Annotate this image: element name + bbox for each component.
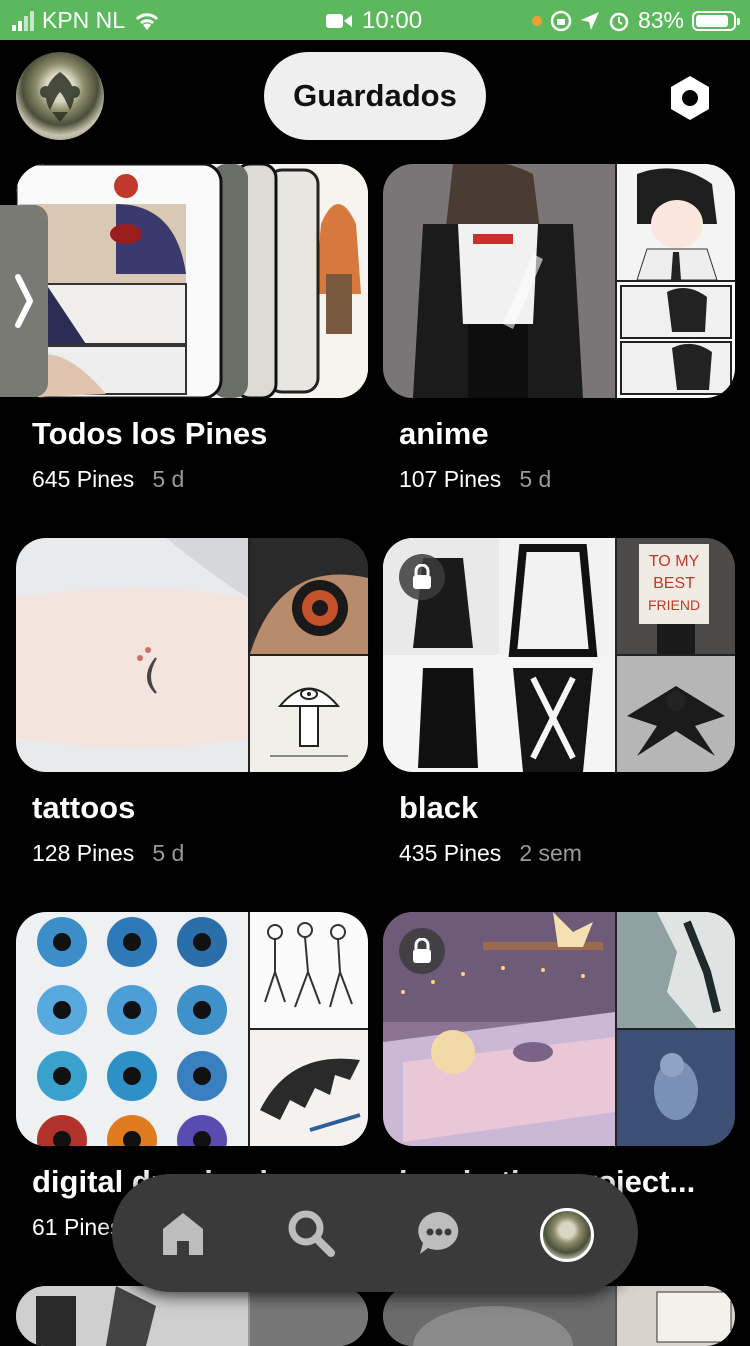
home-icon	[163, 1213, 203, 1255]
pin-image	[16, 912, 248, 1146]
board-meta: 645 Pines 5 d	[32, 466, 368, 493]
alarm-icon	[609, 12, 629, 31]
pin-image	[250, 912, 368, 1028]
clock: 10:00	[362, 7, 423, 34]
pin-image	[250, 538, 368, 654]
search-icon	[288, 1210, 335, 1257]
settings-icon[interactable]	[664, 72, 716, 124]
profile-avatar[interactable]	[16, 52, 104, 140]
board-age: 2 sem	[519, 840, 582, 866]
board-meta: 435 Pines 2 sem	[399, 840, 735, 867]
pin-image	[250, 1030, 368, 1146]
board-cover[interactable]: TO MY BEST FRIEND	[383, 538, 735, 772]
board-cover[interactable]	[16, 1286, 368, 1346]
pin-count: 107 Pines	[399, 466, 502, 492]
status-bar: KPN NL 10:00 83%	[0, 0, 750, 40]
pin-count: 61 Pines	[32, 1214, 122, 1240]
nav-search-button[interactable]	[282, 1204, 340, 1262]
svg-text:TO MY: TO MY	[649, 553, 700, 570]
pin-image	[383, 1286, 735, 1346]
board-card[interactable]: Todos los Pines 645 Pines 5 d	[16, 164, 368, 493]
pin-count: 645 Pines	[32, 466, 135, 492]
battery-icon	[692, 10, 740, 31]
video-camera-icon	[326, 14, 352, 28]
rotation-lock-icon	[550, 10, 572, 31]
battery-percent: 83%	[637, 7, 684, 33]
board-card[interactable]	[383, 1286, 735, 1346]
board-card[interactable]: inspiration project...	[383, 912, 735, 1200]
carrier-label: KPN NL	[42, 7, 126, 33]
board-card[interactable]: anime 107 Pines 5 d	[383, 164, 735, 493]
board-card[interactable]	[16, 1286, 368, 1346]
board-card[interactable]: tattoos 128 Pines 5 d	[16, 538, 368, 867]
board-meta: 128 Pines 5 d	[32, 840, 368, 867]
board-cover[interactable]	[383, 912, 735, 1146]
pin-image	[617, 164, 735, 280]
board-age: 5 d	[152, 466, 185, 492]
pin-image	[250, 656, 368, 772]
pin-image: TO MY BEST FRIEND	[617, 538, 735, 654]
board-title: anime	[399, 416, 489, 451]
board-cover[interactable]	[16, 912, 368, 1146]
lock-icon	[399, 928, 445, 974]
nav-home-button[interactable]	[154, 1204, 212, 1262]
signal-icon	[12, 10, 34, 31]
pin-image	[383, 164, 615, 398]
chevron-right-icon	[15, 274, 33, 328]
tab-saved[interactable]: Guardados	[264, 52, 486, 140]
pin-image	[617, 912, 735, 1028]
side-drawer-handle[interactable]	[0, 205, 48, 397]
pin-count: 435 Pines	[399, 840, 502, 866]
nav-profile-avatar[interactable]	[540, 1208, 594, 1262]
board-cover[interactable]	[16, 538, 368, 772]
bottom-nav-bar	[112, 1174, 638, 1292]
pin-image	[16, 538, 248, 772]
board-cover[interactable]	[383, 1286, 735, 1346]
nav-messages-button[interactable]	[410, 1204, 468, 1262]
pin-image	[617, 282, 735, 398]
board-meta: 107 Pines 5 d	[399, 466, 735, 493]
tab-saved-label: Guardados	[293, 78, 457, 113]
board-cover[interactable]	[383, 164, 735, 398]
pin-stack-image	[16, 164, 368, 398]
pin-count: 128 Pines	[32, 840, 135, 866]
location-icon	[580, 11, 599, 30]
svg-text:BEST: BEST	[653, 575, 695, 592]
board-age: 5 d	[152, 840, 185, 866]
board-title: Todos los Pines	[32, 416, 268, 451]
pin-image	[16, 1286, 368, 1346]
board-title: tattoos	[32, 790, 136, 825]
board-card[interactable]: TO MY BEST FRIEND black 435 Pines 2 sem	[383, 538, 735, 867]
lock-icon	[399, 554, 445, 600]
pin-image	[617, 1030, 735, 1146]
board-title: black	[399, 790, 479, 825]
svg-text:FRIEND: FRIEND	[648, 597, 700, 613]
privacy-dot-icon	[531, 15, 542, 26]
wifi-icon	[136, 12, 159, 30]
board-cover[interactable]	[16, 164, 368, 398]
board-age: 5 d	[519, 466, 552, 492]
messages-icon	[418, 1212, 459, 1254]
pin-image	[617, 656, 735, 772]
